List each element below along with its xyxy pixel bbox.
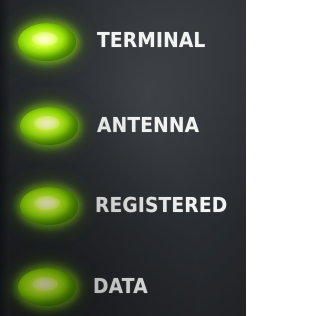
indicator-row-terminal: TERMINAL (0, 12, 246, 72)
indicator-row-registered: REGISTERED (0, 175, 246, 235)
data-label: DATA (93, 274, 148, 298)
antenna-led-icon (20, 107, 78, 145)
registered-led-icon (20, 187, 78, 225)
led-highlight (34, 196, 60, 210)
registered-label: REGISTERED (95, 193, 228, 217)
indicator-row-antenna: ANTENNA (0, 94, 246, 154)
device-status-panel: TERMINAL ANTENNA REGISTERED DATA (0, 0, 246, 316)
led-highlight (32, 277, 58, 291)
indicator-row-data: DATA (0, 257, 246, 316)
data-led-icon (18, 268, 76, 306)
antenna-label: ANTENNA (97, 113, 200, 137)
led-highlight (32, 32, 58, 46)
terminal-led-icon (18, 23, 76, 61)
led-highlight (34, 116, 60, 130)
terminal-label: TERMINAL (97, 28, 206, 52)
